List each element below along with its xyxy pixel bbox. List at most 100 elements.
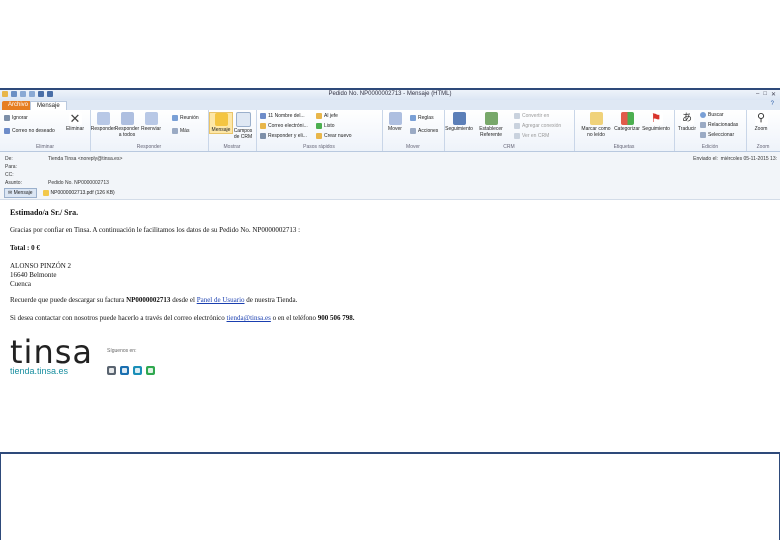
address-line-2: 16640 Belmonte bbox=[10, 271, 57, 279]
eliminar-button[interactable]: ✕ Eliminar bbox=[64, 112, 86, 132]
intro-text: Gracias por confiar en Tinsa. A continua… bbox=[10, 226, 301, 234]
sent-date: Enviado el: miércoles 05-11-2015 13: bbox=[693, 156, 777, 162]
rules-icon bbox=[410, 115, 416, 121]
forward-icon bbox=[144, 112, 158, 125]
window-controls: – □ ✕ bbox=[756, 91, 776, 98]
convert-icon bbox=[514, 113, 520, 119]
view-crm-icon bbox=[514, 133, 520, 139]
mover-button[interactable]: Mover bbox=[384, 112, 406, 132]
connection-icon bbox=[514, 123, 520, 129]
mensaje-button[interactable]: Mensaje bbox=[209, 112, 233, 134]
translate-icon: あ bbox=[680, 112, 694, 125]
follow-label: Síguenos en: bbox=[107, 348, 137, 354]
ver-en-crm-button[interactable]: Ver en CRM bbox=[514, 133, 549, 139]
set-regarding-icon bbox=[484, 112, 498, 125]
unread-envelope-icon bbox=[589, 112, 603, 125]
establecer-referente-button[interactable]: Establecer Referente bbox=[479, 112, 503, 138]
group-mover: Mover Reglas Acciones Mover bbox=[382, 110, 445, 151]
pdf-file-icon bbox=[42, 190, 49, 196]
slide-border-left bbox=[0, 454, 1, 540]
junk-mail-icon bbox=[4, 128, 10, 134]
buscar-button[interactable]: Buscar bbox=[700, 112, 724, 118]
group-edicion: あ Traducir Buscar Relacionadas Selecciona… bbox=[674, 110, 747, 151]
order-total: Total : 0 € bbox=[10, 244, 40, 252]
from-value[interactable]: Tienda Tinsa <noreply@tinsa.es> bbox=[48, 156, 122, 162]
address-line-3: Cuenca bbox=[10, 280, 31, 288]
minimize-button[interactable]: – bbox=[756, 91, 759, 98]
quickstep-item[interactable]: Listo bbox=[316, 123, 335, 129]
slide-background bbox=[0, 0, 780, 88]
chat-icon[interactable] bbox=[146, 366, 155, 375]
message-header: De: Tienda Tinsa <noreply@tinsa.es> Para… bbox=[0, 152, 780, 200]
from-label: De: bbox=[5, 156, 13, 162]
categorizar-button[interactable]: Categorizar bbox=[614, 112, 640, 132]
cc-label: CC: bbox=[5, 172, 14, 178]
correo-no-deseado-button[interactable]: Correo no deseado bbox=[4, 128, 55, 134]
traducir-button[interactable]: あ Traducir bbox=[676, 112, 698, 132]
group-responder: Responder Responder a todos Reenviar Reu… bbox=[90, 110, 209, 151]
seleccionar-button[interactable]: Seleccionar bbox=[700, 132, 734, 138]
agregar-conexion-button[interactable]: Agregar conexión bbox=[514, 123, 561, 129]
twitter-icon[interactable] bbox=[133, 366, 142, 375]
linkedin-icon[interactable] bbox=[120, 366, 129, 375]
close-button[interactable]: ✕ bbox=[771, 91, 776, 98]
message-view-icon bbox=[214, 113, 228, 126]
window-title: Pedido No. NP0000002713 - Mensaje (HTML) bbox=[328, 91, 452, 97]
ribbon-tabs: Archivo Mensaje ? bbox=[0, 100, 780, 111]
quickstep-item[interactable]: Al jefe bbox=[316, 113, 338, 119]
etiquetas-seguimiento-button[interactable]: ⚑ Seguimiento bbox=[642, 112, 670, 133]
mas-button[interactable]: Más bbox=[172, 128, 189, 134]
group-crm: Seguimiento Establecer Referente Convert… bbox=[444, 110, 575, 151]
marcar-no-leido-button[interactable]: Marcar como no leído bbox=[580, 112, 612, 138]
group-label-etiquetas: Etiquetas bbox=[613, 144, 635, 150]
ignorar-button[interactable]: Ignorar bbox=[4, 115, 28, 121]
ignore-icon bbox=[4, 115, 10, 121]
quickstep-icon bbox=[260, 113, 266, 119]
ribbon: Ignorar Correo no deseado ✕ Eliminar Elim… bbox=[0, 110, 780, 152]
reunion-button[interactable]: Reunión bbox=[172, 115, 199, 121]
pdf-attachment[interactable]: NP0000002713.pdf (126 KB) bbox=[42, 190, 115, 196]
reply-all-icon bbox=[120, 112, 134, 125]
message-tab-button[interactable]: ✉ Mensaje bbox=[4, 188, 37, 198]
zoom-button[interactable]: ⚲ Zoom bbox=[750, 112, 772, 132]
campos-crm-button[interactable]: Campos de CRM bbox=[232, 112, 254, 140]
user-panel-link[interactable]: Panel de Usuario bbox=[197, 296, 245, 304]
sent-label: Enviado el: bbox=[693, 156, 718, 162]
crm-fields-icon bbox=[235, 112, 251, 127]
group-eliminar: Ignorar Correo no deseado ✕ Eliminar Elim… bbox=[0, 110, 91, 151]
responder-button[interactable]: Responder bbox=[91, 112, 115, 132]
quickstep-item[interactable]: Crear nuevo bbox=[316, 133, 352, 139]
quickstep-item[interactable]: 11 Nombre del... bbox=[260, 113, 305, 119]
convertir-en-button[interactable]: Convertir en bbox=[514, 113, 549, 119]
responder-a-todos-button[interactable]: Responder a todos bbox=[115, 112, 139, 138]
quickstep-item[interactable]: Responder y eli... bbox=[260, 133, 307, 139]
logo-wordmark: tinsa bbox=[10, 333, 93, 371]
reglas-button[interactable]: Reglas bbox=[410, 115, 434, 121]
social-icons bbox=[107, 366, 155, 375]
reenviar-button[interactable]: Reenviar bbox=[140, 112, 162, 132]
checkmark-icon bbox=[316, 123, 322, 129]
move-folder-icon bbox=[388, 112, 402, 125]
crm-seguimiento-button[interactable]: Seguimiento bbox=[445, 112, 473, 132]
maximize-button[interactable]: □ bbox=[763, 91, 767, 98]
acciones-button[interactable]: Acciones bbox=[410, 128, 438, 134]
find-icon bbox=[700, 112, 706, 118]
subject-label: Asunto: bbox=[5, 180, 22, 186]
categorize-icon bbox=[620, 112, 634, 125]
help-icon[interactable]: ? bbox=[771, 101, 774, 107]
actions-icon bbox=[410, 128, 416, 134]
reply-icon bbox=[96, 112, 110, 125]
group-zoom: ⚲ Zoom Zoom bbox=[746, 110, 780, 151]
group-label-responder: Responder bbox=[136, 144, 162, 150]
blog-icon[interactable] bbox=[107, 366, 116, 375]
tinsa-logo[interactable]: tinsa tienda.tinsa.es bbox=[10, 336, 93, 376]
relacionadas-button[interactable]: Relacionadas bbox=[700, 122, 738, 128]
download-invoice-text: Recuerde que puede descargar su factura … bbox=[10, 296, 298, 304]
quickstep-item[interactable]: Correo electróni... bbox=[260, 123, 308, 129]
track-icon bbox=[452, 112, 466, 125]
email-body: Estimado/a Sr./ Sra. Gracias por confiar… bbox=[0, 200, 780, 452]
group-pasos-rapidos: 11 Nombre del... Correo electróni... Res… bbox=[256, 110, 383, 151]
group-etiquetas: Marcar como no leído Categorizar ⚑ Seguim… bbox=[574, 110, 675, 151]
contact-email-link[interactable]: tienda@tinsa.es bbox=[227, 314, 271, 322]
group-mostrar: Mensaje Campos de CRM Mostrar bbox=[208, 110, 257, 151]
